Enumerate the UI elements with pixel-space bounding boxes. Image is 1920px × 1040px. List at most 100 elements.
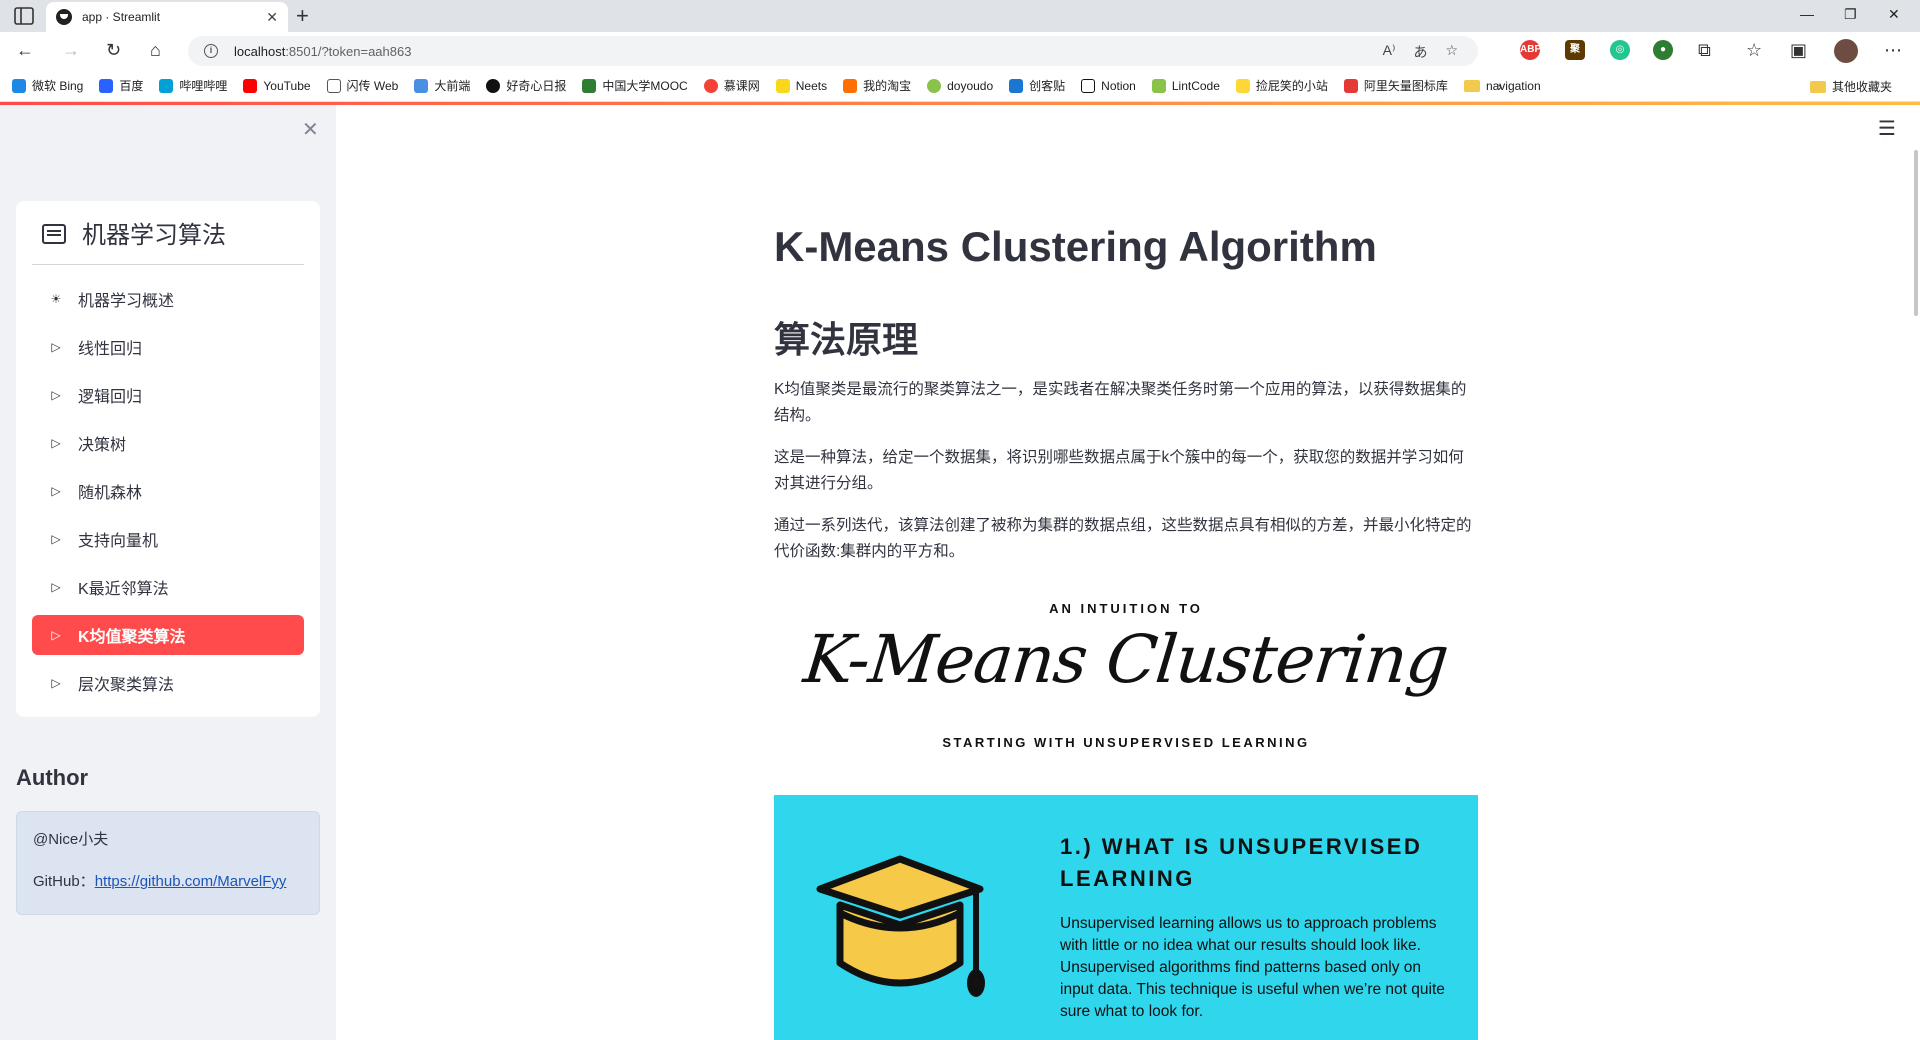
bookmark-baidu[interactable]: 百度 — [99, 77, 143, 94]
bookmark-qdaily[interactable]: 好奇心日报 — [486, 77, 566, 94]
bookmarks-bar: 微软 Bing 百度 哔哩哔哩 YouTube 闪传 Web 大前端 好奇心日报… — [0, 70, 1920, 102]
browser-tab[interactable]: app · Streamlit ✕ — [46, 2, 288, 32]
favorites-icon[interactable]: ☆ — [1746, 40, 1762, 60]
graduation-cap-icon — [816, 855, 985, 997]
bookmark-bing[interactable]: 微软 Bing — [12, 77, 83, 94]
profile-avatar-icon[interactable] — [1834, 39, 1858, 63]
tab-title: app · Streamlit — [82, 10, 161, 24]
kmeans-infographic-image: AN INTUITION TO K-Means Clustering START… — [774, 581, 1478, 1040]
flame-icon — [703, 78, 718, 93]
neets-icon — [775, 78, 790, 93]
folder-icon — [1463, 79, 1480, 92]
translate-icon[interactable]: あ — [1413, 42, 1427, 62]
menu-item-random-forest[interactable]: ▷ 随机森林 — [32, 471, 304, 511]
close-sidebar-icon[interactable]: ✕ — [302, 117, 319, 142]
bookmark-iconfont[interactable]: 阿里矢量图标库 — [1343, 77, 1448, 94]
menu-item-decision-tree[interactable]: ▷ 决策树 — [32, 423, 304, 463]
play-outline-icon: ▷ — [51, 436, 61, 450]
bookmark-bilibili[interactable]: 哔哩哔哩 — [159, 77, 227, 94]
play-outline-icon: ▷ — [51, 340, 61, 354]
adblock-extension-icon[interactable]: ABP — [1520, 40, 1541, 60]
address-bar-row: ← → ↻ ⌂ i localhost:8501/?token=aah863 A… — [0, 32, 1920, 70]
forward-icon[interactable]: → — [62, 40, 80, 60]
extension-icon[interactable]: ◎ — [1610, 40, 1630, 60]
minimize-icon[interactable]: — — [1800, 6, 1814, 22]
url-input[interactable]: i localhost:8501/?token=aah863 A⁾ あ ☆ — [188, 36, 1478, 66]
home-icon[interactable]: ⌂ — [150, 40, 161, 60]
bookmark-laugh[interactable]: 捡屁笑的小站 — [1235, 77, 1328, 94]
menu-item-overview[interactable]: ☀ 机器学习概述 — [32, 279, 304, 319]
back-icon[interactable]: ← — [16, 40, 34, 60]
taobao-icon — [843, 78, 858, 93]
bookmark-notion[interactable]: Notion — [1081, 78, 1136, 93]
extension-icon[interactable]: 聚 — [1565, 40, 1585, 60]
card-list-icon — [42, 224, 66, 244]
bookmark-youtube[interactable]: YouTube — [243, 78, 311, 93]
infographic-section-title: 1.) WHAT IS UNSUPERVISED LEARNING — [1060, 834, 1423, 891]
menu-item-linear-regression[interactable]: ▷ 线性回归 — [32, 327, 304, 367]
infographic-section: 1.) WHAT IS UNSUPERVISED LEARNING Unsupe… — [774, 795, 1478, 1040]
extension-icon[interactable]: ● — [1653, 40, 1673, 60]
infographic-subtitle: STARTING WITH UNSUPERVISED LEARNING — [942, 735, 1310, 750]
author-info-box: @Nice小夫 GitHub：https://github.com/Marvel… — [16, 811, 320, 915]
url-host: localhost — [234, 43, 286, 59]
infographic-section-body: Unsupervised learning allows us to appro… — [1060, 915, 1445, 1020]
bookmark-chuangkit[interactable]: 创客贴 — [1009, 77, 1065, 94]
favorite-star-icon[interactable]: ☆ — [1445, 42, 1458, 62]
menu-item-logistic-regression[interactable]: ▷ 逻辑回归 — [32, 375, 304, 415]
read-aloud-icon[interactable]: A⁾ — [1383, 42, 1396, 62]
site-info-icon[interactable]: i — [204, 44, 218, 58]
document-icon — [326, 78, 341, 93]
menu-header: 机器学习算法 — [32, 219, 304, 265]
collections-icon[interactable]: ▣ — [1790, 40, 1807, 60]
youtube-icon — [243, 78, 258, 93]
paw-icon — [99, 78, 114, 93]
close-tab-icon[interactable]: ✕ — [266, 9, 278, 26]
window-close-icon[interactable]: ✕ — [1888, 6, 1900, 23]
browser-tab-bar: app · Streamlit ✕ + — ❐ ✕ — [0, 0, 1920, 32]
paragraph: K均值聚类是最流行的聚类算法之一，是实践者在解决聚类任务时第一个应用的算法，以获… — [774, 381, 1467, 424]
book-icon — [582, 78, 597, 93]
option-menu: 机器学习算法 ☀ 机器学习概述 ▷ 线性回归 ▷ 逻辑回归 ▷ 决策树 ▷ 随机森林 ▷ 支… — [16, 201, 320, 717]
github-label: GitHub： — [33, 873, 95, 890]
chevron-right-icon[interactable]: › — [1497, 78, 1502, 94]
bookmark-doyoudo[interactable]: doyoudo — [927, 78, 993, 93]
search-icon — [12, 78, 26, 93]
menu-item-kmeans[interactable]: ▷ K均值聚类算法 — [32, 615, 304, 655]
tv-icon — [159, 78, 174, 93]
menu-title: 机器学习算法 — [82, 222, 226, 249]
menu-list: ☀ 机器学习概述 ▷ 线性回归 ▷ 逻辑回归 ▷ 决策树 ▷ 随机森林 ▷ 支持向量机 ▷ K… — [32, 279, 304, 711]
bookmark-neets[interactable]: Neets — [775, 78, 827, 93]
extensions-puzzle-icon[interactable]: ⧉ — [1698, 40, 1711, 60]
menu-item-hierarchical[interactable]: ▷ 层次聚类算法 — [32, 663, 304, 703]
leaf-icon — [927, 78, 942, 93]
restore-icon[interactable]: ❐ — [1844, 6, 1857, 23]
sidebar-toggle-icon[interactable] — [14, 7, 34, 25]
bookmark-flash-web[interactable]: 闪传 Web — [326, 77, 398, 94]
play-outline-icon: ▷ — [51, 388, 61, 402]
folder-icon — [1809, 80, 1826, 93]
paragraph: 这是一种算法，给定一个数据集，将识别哪些数据点属于k个簇中的每一个，获取您的数据… — [774, 449, 1464, 492]
sidebar: ✕ 机器学习算法 ☀ 机器学习概述 ▷ 线性回归 ▷ 逻辑回归 ▷ 决策树 ▷ 随机森林 … — [0, 105, 336, 1040]
other-bookmarks[interactable]: 其他收藏夹 — [1809, 78, 1892, 95]
infographic-kicker: AN INTUITION TO — [1049, 601, 1203, 616]
more-menu-icon[interactable]: ⋯ — [1884, 40, 1902, 60]
scrollbar[interactable] — [1914, 150, 1918, 316]
menu-item-svm[interactable]: ▷ 支持向量机 — [32, 519, 304, 559]
play-icon — [414, 78, 429, 93]
author-heading: Author — [16, 765, 89, 790]
hamburger-menu-icon[interactable]: ☰ — [1878, 116, 1896, 141]
menu-item-knn[interactable]: ▷ K最近邻算法 — [32, 567, 304, 607]
author-name: @Nice小夫 — [33, 831, 109, 848]
reload-icon[interactable]: ↻ — [106, 40, 121, 60]
bookmark-imooc[interactable]: 慕课网 — [703, 77, 760, 94]
play-outline-icon: ▷ — [51, 580, 61, 594]
new-tab-icon[interactable]: + — [296, 4, 309, 28]
bookmark-navigation[interactable]: navigation — [1463, 79, 1541, 93]
bookmark-lintcode[interactable]: LintCode — [1151, 78, 1220, 93]
bookmark-frontend[interactable]: 大前端 — [414, 77, 470, 94]
bookmark-mooc[interactable]: 中国大学MOOC — [582, 77, 688, 94]
bookmark-taobao[interactable]: 我的淘宝 — [843, 77, 911, 94]
play-outline-icon: ▷ — [51, 676, 61, 690]
github-link[interactable]: https://github.com/MarvelFyy — [95, 873, 287, 890]
